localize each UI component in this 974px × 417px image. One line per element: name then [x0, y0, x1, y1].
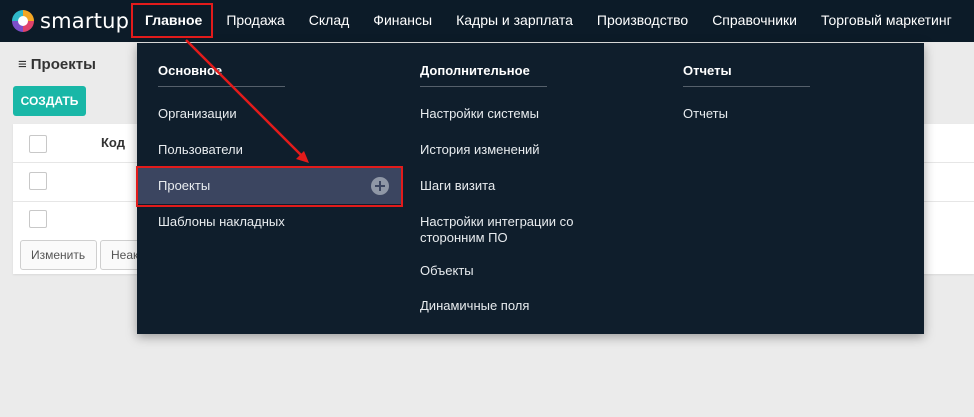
page-title-text: Проекты	[30, 56, 96, 73]
column-divider	[683, 86, 810, 87]
menu-item-obekty[interactable]: Объекты	[420, 263, 474, 279]
menu-column-title-dopolnitelnoe: Дополнительное	[420, 63, 530, 78]
logo-icon	[12, 10, 34, 32]
smartup-logo[interactable]: smartup	[12, 9, 129, 33]
nav-item-proizvodstvo[interactable]: Производство	[585, 0, 700, 42]
menu-column-title-osnovnoe: Основное	[158, 63, 223, 78]
nav-item-prodazha[interactable]: Продажа	[214, 0, 296, 42]
hamburger-icon[interactable]: ≡	[18, 56, 27, 73]
menu-item-istoriya-izmenenii[interactable]: История изменений	[420, 142, 540, 158]
highlight-box-projects	[136, 166, 403, 207]
row-checkbox[interactable]	[29, 210, 47, 228]
column-divider	[420, 86, 547, 87]
nav-item-sklad[interactable]: Склад	[297, 0, 362, 42]
menu-item-polzovateli[interactable]: Пользователи	[158, 142, 243, 158]
row-checkbox[interactable]	[29, 172, 47, 190]
menu-item-otchety[interactable]: Отчеты	[683, 106, 728, 122]
nav-item-marketing[interactable]: Торговый маркетинг	[809, 0, 964, 42]
highlight-box-nav	[131, 3, 213, 38]
menu-item-dinamichnye-polya[interactable]: Динамичные поля	[420, 298, 529, 314]
column-header-kod[interactable]: Код	[101, 135, 125, 150]
logo-text: smartup	[40, 9, 130, 33]
menu-item-nastroiki-integracii[interactable]: Настройки интеграции со сторонним ПО	[420, 214, 600, 246]
menu-item-organizacii[interactable]: Организации	[158, 106, 237, 122]
column-divider	[158, 86, 285, 87]
menu-item-shagi-vizita[interactable]: Шаги визита	[420, 178, 495, 194]
nav-item-kadry[interactable]: Кадры и зарплата	[444, 0, 585, 42]
nav-item-spravochniki[interactable]: Справочники	[700, 0, 809, 42]
create-button[interactable]: СОЗДАТЬ	[13, 86, 86, 116]
menu-column-title-otchety: Отчеты	[683, 63, 732, 78]
menu-item-shablony-nakladnyh[interactable]: Шаблоны накладных	[158, 214, 285, 230]
menu-item-nastroiki-sistemy[interactable]: Настройки системы	[420, 106, 539, 122]
select-all-checkbox[interactable]	[29, 135, 47, 153]
main-nav: Главное Продажа Склад Финансы Кадры и за…	[133, 0, 964, 42]
page-title: ≡ Проекты	[18, 56, 96, 73]
edit-button[interactable]: Изменить	[20, 240, 97, 270]
nav-item-finansy[interactable]: Финансы	[361, 0, 444, 42]
